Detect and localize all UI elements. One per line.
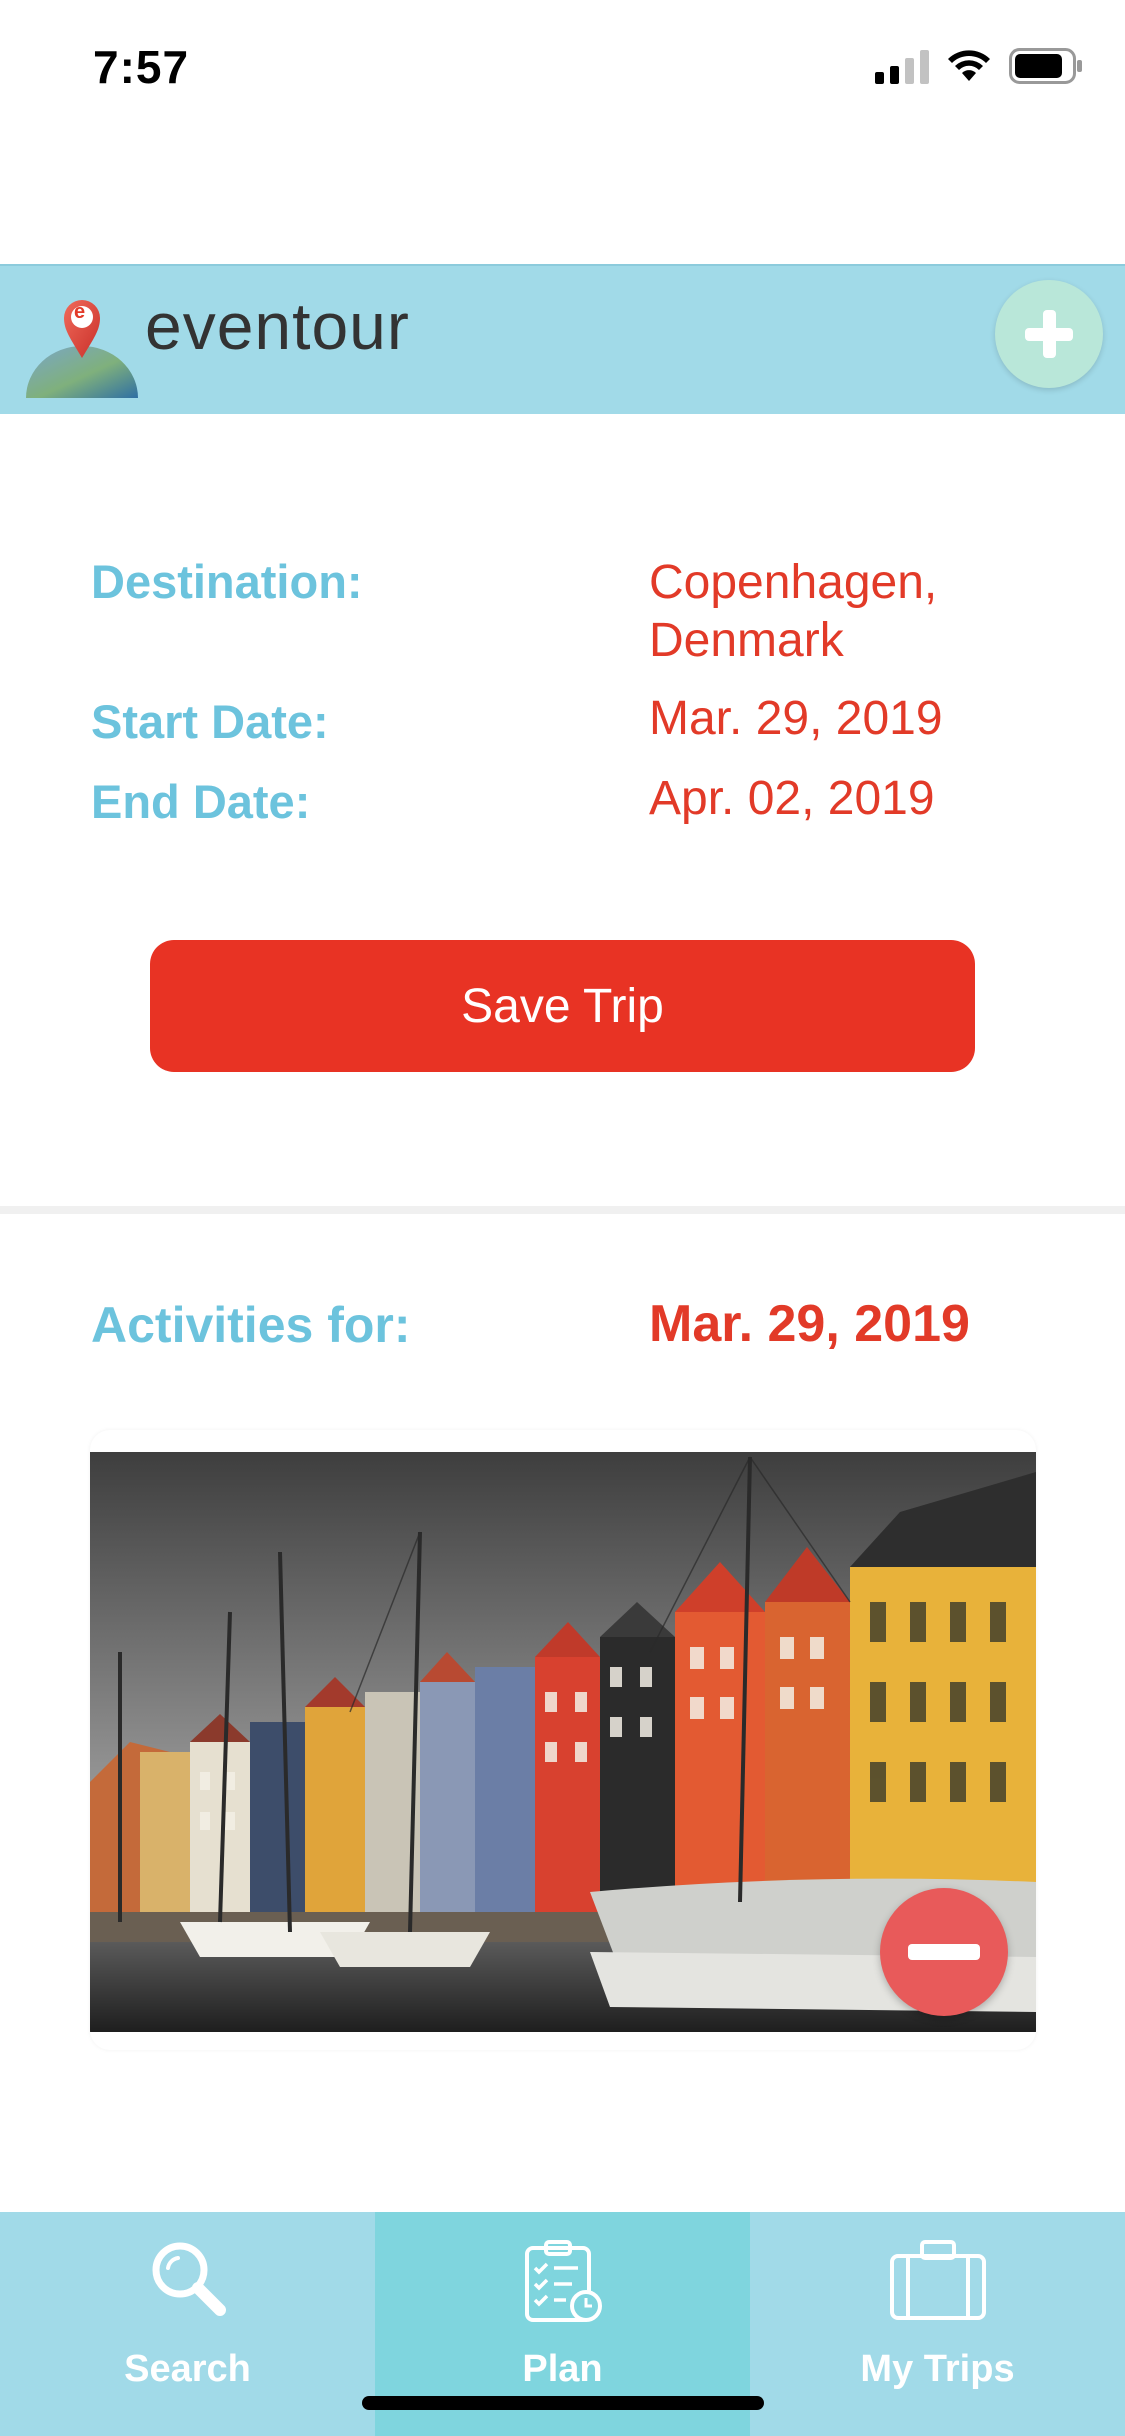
battery-icon	[1009, 48, 1083, 84]
add-trip-button[interactable]	[995, 280, 1103, 388]
status-time: 7:57	[93, 41, 190, 93]
cellular-signal-icon	[875, 48, 929, 84]
status-icons	[875, 48, 1083, 84]
trip-details: Destination: Copenhagen, Denmark Start D…	[0, 414, 1125, 1206]
wifi-icon	[947, 49, 991, 83]
app-logo-text: eventour	[145, 289, 410, 363]
logo-letter: e	[74, 301, 86, 323]
tab-label-plan: Plan	[522, 2348, 603, 2390]
tab-search[interactable]: Search	[0, 2212, 375, 2436]
destination-label: Destination:	[91, 555, 363, 608]
suitcase-icon	[889, 2240, 986, 2320]
tab-my-trips[interactable]: My Trips	[750, 2212, 1125, 2436]
section-divider	[0, 1206, 1125, 1214]
checklist-icon	[524, 2240, 602, 2322]
activities-label: Activities for:	[91, 1297, 411, 1353]
remove-activity-button[interactable]	[880, 1888, 1008, 2016]
eventour-logo-icon: e	[22, 286, 142, 401]
home-indicator[interactable]	[362, 2396, 764, 2410]
end-date-value: Apr. 02, 2019	[649, 772, 935, 825]
destination-line-2: Denmark	[649, 614, 844, 667]
tab-label-my-trips: My Trips	[860, 2348, 1015, 2390]
destination-line-1: Copenhagen,	[649, 556, 938, 609]
start-date-label: Start Date:	[91, 695, 329, 748]
search-icon	[152, 2242, 226, 2316]
tab-label-search: Search	[124, 2348, 251, 2390]
save-trip-button[interactable]: Save Trip	[150, 940, 975, 1072]
app-header: e eventour	[0, 264, 1125, 414]
status-bar: 7:57	[0, 0, 1125, 140]
destination-value: Copenhagen, Denmark	[649, 554, 1069, 670]
activities-date[interactable]: Mar. 29, 2019	[649, 1294, 970, 1354]
start-date-value: Mar. 29, 2019	[649, 692, 943, 745]
end-date-label: End Date:	[91, 775, 311, 828]
